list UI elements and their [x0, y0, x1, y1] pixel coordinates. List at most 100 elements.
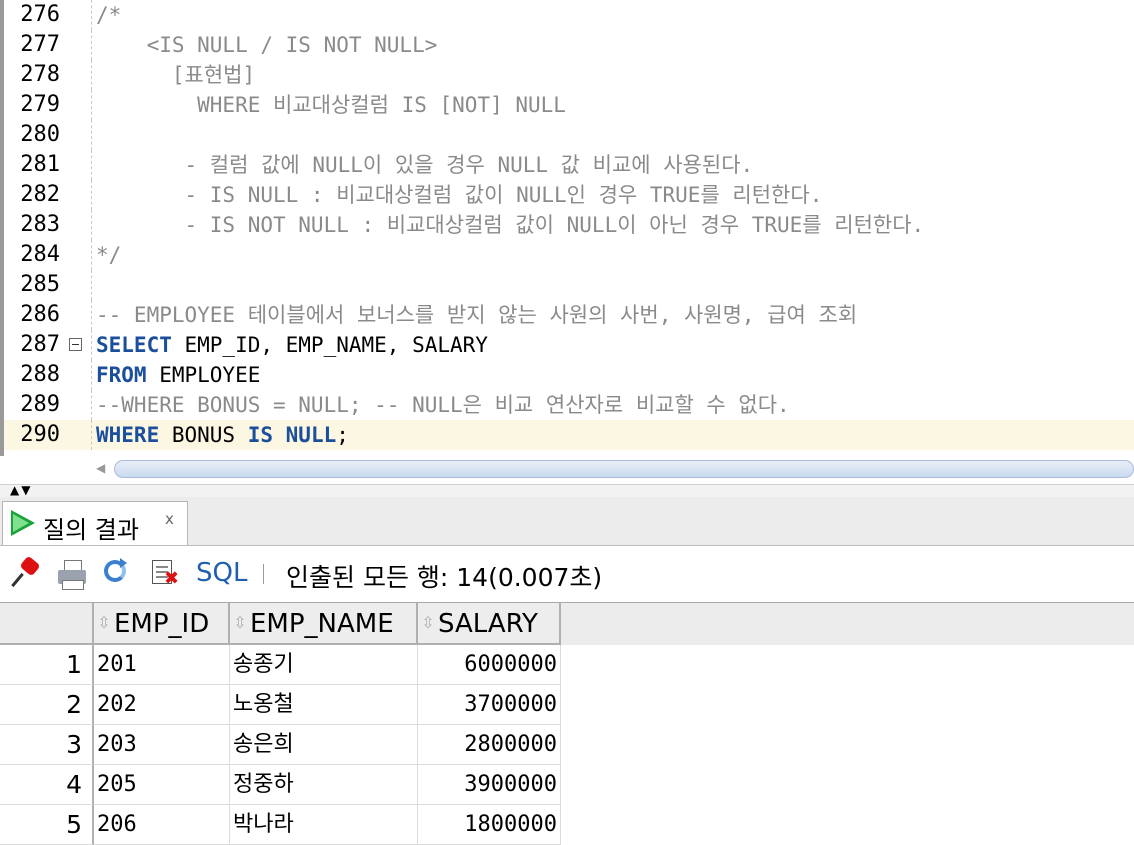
table-row[interactable]: 5 206 박나라 1800000 [0, 805, 1134, 845]
refresh-icon[interactable] [102, 558, 132, 588]
line-number: 290 [20, 422, 60, 447]
sql-editor[interactable]: 276/* 277 <IS NULL / IS NOT NULL> 278 [표현법… [0, 0, 1134, 456]
code-text[interactable]: - 컬럼 값에 NULL이 있을 경우 NULL 값 비교에 사용된다. [96, 150, 754, 180]
fold-gutter [66, 120, 88, 150]
sql-comment: */ [96, 243, 122, 267]
tab-query-result[interactable]: 질의 결과 x [2, 501, 188, 545]
cell-emp-name[interactable]: 노옹철 [230, 685, 418, 725]
scrollbar-thumb[interactable] [114, 460, 1134, 478]
fold-gutter [66, 0, 88, 30]
cell-emp-name[interactable]: 정중하 [230, 765, 418, 805]
code-line[interactable]: 287 SELECT EMP_ID, EMP_NAME, SALARY [4, 330, 1134, 360]
code-line[interactable]: 288 FROM EMPLOYEE [4, 360, 1134, 390]
cell-emp-name[interactable]: 송종기 [230, 645, 418, 685]
code-text[interactable]: - IS NULL : 비교대상컬럼 값이 NULL인 경우 TRUE를 리턴한… [96, 180, 823, 210]
fetch-status-text: 인출된 모든 행: 14(0.007초) [286, 563, 603, 592]
line-number: 279 [20, 92, 60, 117]
code-text[interactable]: FROM EMPLOYEE [96, 360, 260, 390]
cell-emp-id[interactable]: 202 [94, 685, 230, 725]
table-row[interactable]: 4 205 정중하 3900000 [0, 765, 1134, 805]
editor-horizontal-scrollbar[interactable]: ◀ [90, 458, 1134, 480]
code-line[interactable]: 285 [4, 270, 1134, 300]
cell-emp-id[interactable]: 205 [94, 765, 230, 805]
sql-keyword: FROM [96, 363, 147, 387]
code-text[interactable]: <IS NULL / IS NOT NULL> [96, 30, 438, 60]
sql-keyword: SELECT [96, 333, 172, 357]
code-text[interactable]: [표현법] [96, 60, 255, 90]
code-line[interactable]: 280 [4, 120, 1134, 150]
cell-salary[interactable]: 3700000 [418, 685, 561, 725]
column-header-emp-id[interactable]: ⇳ EMP_ID [94, 603, 230, 645]
sql-comment: - IS NULL : 비교대상컬럼 값이 NULL인 경우 TRUE를 리턴한… [96, 183, 823, 207]
row-number: 3 [0, 725, 94, 765]
sql-comment: -- EMPLOYEE 테이블에서 보너스를 받지 않는 사원의 사번, 사원명… [96, 303, 858, 327]
line-number: 282 [20, 182, 60, 207]
sort-icon[interactable]: ⇳ [94, 603, 114, 643]
cell-salary[interactable]: 3900000 [418, 765, 561, 805]
line-number: 285 [20, 272, 60, 297]
code-line[interactable]: 289 --WHERE BONUS = NULL; -- NULL은 비교 연산자… [4, 390, 1134, 420]
sql-comment: <IS NULL / IS NOT NULL> [96, 33, 438, 57]
code-line[interactable]: 283 - IS NOT NULL : 비교대상컬럼 값이 NULL이 아닌 경… [4, 210, 1134, 240]
sort-icon[interactable]: ⇳ [230, 603, 250, 643]
code-text[interactable]: WHERE 비교대상컬럼 IS [NOT] NULL [96, 90, 566, 120]
cell-salary[interactable]: 1800000 [418, 805, 561, 845]
sort-icon[interactable]: ⇳ [418, 603, 438, 643]
print-icon[interactable] [56, 558, 86, 590]
delete-icon[interactable]: ✖ [150, 558, 180, 588]
code-line[interactable]: 282 - IS NULL : 비교대상컬럼 값이 NULL인 경우 TRUE를… [4, 180, 1134, 210]
results-toolbar: ✖ SQL 인출된 모든 행: 14(0.007초) [0, 546, 1134, 603]
column-header-salary[interactable]: ⇳ SALARY [418, 603, 561, 645]
row-number: 1 [0, 645, 94, 685]
result-grid[interactable]: ⇳ EMP_ID ⇳ EMP_NAME ⇳ SALARY 1 201 송종기 6000… [0, 603, 1134, 845]
code-text[interactable]: --WHERE BONUS = NULL; -- NULL은 비교 연산자로 비… [96, 390, 790, 420]
sql-token: BONUS [159, 423, 248, 447]
splitter-arrows-icon[interactable]: ▲▼ [10, 483, 32, 497]
fold-guide-line [91, 120, 92, 150]
fold-guide-line [91, 30, 92, 60]
table-row[interactable]: 1 201 송종기 6000000 [0, 645, 1134, 685]
code-line[interactable]: 290 WHERE BONUS IS NULL; [4, 420, 1134, 450]
fold-guide-line [91, 390, 92, 420]
cell-emp-name[interactable]: 박나라 [230, 805, 418, 845]
scroll-left-arrow-icon[interactable]: ◀ [96, 461, 105, 475]
cell-emp-id[interactable]: 201 [94, 645, 230, 685]
code-line[interactable]: 284 */ [4, 240, 1134, 270]
collapse-icon[interactable] [69, 338, 82, 351]
fold-gutter [66, 300, 88, 330]
code-text[interactable]: -- EMPLOYEE 테이블에서 보너스를 받지 않는 사원의 사번, 사원명… [96, 300, 857, 330]
cell-emp-name[interactable]: 송은희 [230, 725, 418, 765]
fold-guide-line [91, 300, 92, 330]
pin-icon[interactable] [11, 555, 42, 588]
code-text[interactable]: */ [96, 240, 121, 270]
sql-keyword: IS NULL [247, 423, 337, 447]
code-line[interactable]: 276 /* [4, 0, 1134, 30]
code-line[interactable]: 286 -- EMPLOYEE 테이블에서 보너스를 받지 않는 사원의 사번, … [4, 300, 1134, 330]
code-text[interactable]: - IS NOT NULL : 비교대상컬럼 값이 NULL이 아닌 경우 TR… [96, 210, 925, 240]
cell-emp-id[interactable]: 206 [94, 805, 230, 845]
code-text[interactable]: WHERE BONUS IS NULL; [96, 420, 349, 450]
cell-salary[interactable]: 6000000 [418, 645, 561, 685]
close-icon[interactable]: x [165, 510, 174, 528]
code-line[interactable]: 281 - 컬럼 값에 NULL이 있을 경우 NULL 값 비교에 사용된다. [4, 150, 1134, 180]
table-row[interactable]: 2 202 노옹철 3700000 [0, 685, 1134, 725]
code-text[interactable]: SELECT EMP_ID, EMP_NAME, SALARY [96, 330, 488, 360]
fold-gutter [66, 360, 88, 390]
toolbar-separator [263, 564, 264, 584]
code-line[interactable]: 277 <IS NULL / IS NOT NULL> [4, 30, 1134, 60]
cell-salary[interactable]: 2800000 [418, 725, 561, 765]
play-icon [11, 510, 35, 536]
fold-guide-line [91, 210, 92, 240]
sql-button[interactable]: SQL [196, 558, 247, 588]
column-header-label: EMP_NAME [250, 609, 394, 639]
cell-emp-id[interactable]: 203 [94, 725, 230, 765]
sql-token: EMPLOYEE [146, 363, 261, 387]
line-number: 287 [20, 332, 60, 357]
code-line[interactable]: 279 WHERE 비교대상컬럼 IS [NOT] NULL [4, 90, 1134, 120]
table-row[interactable]: 3 203 송은희 2800000 [0, 725, 1134, 765]
column-header-emp-name[interactable]: ⇳ EMP_NAME [230, 603, 418, 645]
code-text[interactable]: /* [96, 0, 121, 30]
code-line[interactable]: 278 [표현법] [4, 60, 1134, 90]
fold-gutter [66, 90, 88, 120]
panel-splitter[interactable]: ▲▼ [0, 483, 1134, 498]
